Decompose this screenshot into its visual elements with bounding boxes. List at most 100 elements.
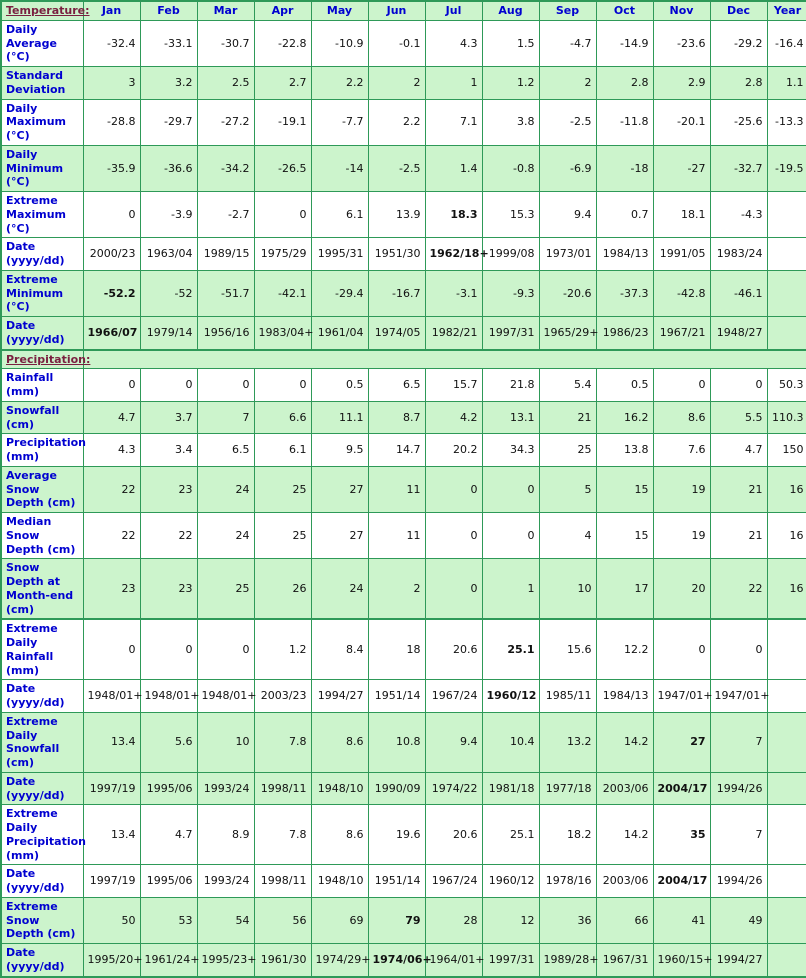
column-header-jun: Jun (367, 0, 426, 21)
cell-may: -7.7 (310, 98, 369, 146)
table-row: Extreme Minimum (°C) -52.2 -52 -51.7 -42.1 -2… (0, 269, 806, 318)
cell-jun: 18 (367, 618, 426, 681)
cell-apr: -26.5 (253, 144, 312, 193)
cell-jul: 0 (424, 511, 483, 560)
cell-aug: -0.8 (481, 144, 540, 193)
cell-may: 1948/10 (310, 771, 369, 806)
cell-year (766, 711, 806, 773)
cell-feb: 3.4 (139, 433, 198, 467)
cell-aug: 25.1 (481, 804, 540, 866)
cell-jan: 0 (82, 190, 141, 239)
column-header-sep: Sep (538, 0, 597, 21)
cell-nov: 19 (652, 511, 711, 560)
cell-year: 50.3 (766, 368, 806, 402)
table-row: Date (yyyy/dd) 1948/01+ 1948/01+ 1948/01+ 20… (0, 679, 806, 713)
section-header-row-temperature: Temperature: Jan Feb Mar Apr May Jun Jul Aug Sep O… (0, 0, 806, 21)
row-label: Average Snow Depth (cm) (0, 465, 84, 514)
cell-nov: 1967/21 (652, 316, 711, 351)
cell-jun: 2.2 (367, 98, 426, 146)
table-row: Date (yyyy/dd) 2000/23 1963/04 1989/15 1975/… (0, 237, 806, 271)
cell-sep: 1977/18 (538, 771, 597, 806)
cell-mar: 0 (196, 618, 255, 681)
cell-mar: 6.5 (196, 433, 255, 467)
cell-mar: 25 (196, 558, 255, 621)
cell-may: 69 (310, 896, 369, 945)
cell-apr: 2003/23 (253, 679, 312, 713)
cell-may: 8.4 (310, 618, 369, 681)
cell-oct: 0.5 (595, 368, 654, 402)
table-row: Snow Depth at Month-end (cm) 23 23 25 26 24 2 0… (0, 558, 806, 621)
cell-feb: 5.6 (139, 711, 198, 773)
row-label: Date (yyyy/dd) (0, 864, 84, 898)
column-header-oct: Oct (595, 0, 654, 21)
cell-aug: 13.1 (481, 400, 540, 435)
cell-apr: -42.1 (253, 269, 312, 318)
cell-year: 1.1 (766, 66, 806, 100)
cell-sep: -4.7 (538, 19, 597, 68)
cell-aug: 0 (481, 465, 540, 514)
row-label: Extreme Minimum (°C) (0, 269, 84, 318)
cell-sep: 9.4 (538, 190, 597, 239)
row-label: Extreme Snow Depth (cm) (0, 896, 84, 945)
cell-jun: -2.5 (367, 144, 426, 193)
cell-jul: 18.3 (424, 190, 483, 239)
column-header-feb: Feb (139, 0, 198, 21)
cell-dec: -4.3 (709, 190, 768, 239)
cell-feb: -33.1 (139, 19, 198, 68)
cell-nov: -42.8 (652, 269, 711, 318)
cell-may: 27 (310, 511, 369, 560)
cell-may: 1961/04 (310, 316, 369, 351)
cell-feb: 1979/14 (139, 316, 198, 351)
cell-sep: 13.2 (538, 711, 597, 773)
cell-oct: -18 (595, 144, 654, 193)
cell-jun: 1990/09 (367, 771, 426, 806)
cell-dec: -46.1 (709, 269, 768, 318)
row-label: Snowfall (cm) (0, 400, 84, 435)
cell-jun: 6.5 (367, 368, 426, 402)
cell-jan: -35.9 (82, 144, 141, 193)
cell-mar: -2.7 (196, 190, 255, 239)
cell-aug: -9.3 (481, 269, 540, 318)
cell-year (766, 943, 806, 977)
cell-jun: -0.1 (367, 19, 426, 68)
cell-jul: 1967/24 (424, 679, 483, 713)
cell-jan: 22 (82, 511, 141, 560)
cell-jan: 0 (82, 368, 141, 402)
table-row: Extreme Daily Precipitation (mm) 13.4 4.7 8… (0, 804, 806, 866)
cell-oct: 1984/13 (595, 237, 654, 271)
table-row: Daily Maximum (°C) -28.8 -29.7 -27.2 -19.1 -7… (0, 98, 806, 146)
cell-apr: 6.6 (253, 400, 312, 435)
cell-nov: -23.6 (652, 19, 711, 68)
section-spacer (82, 348, 806, 370)
cell-mar: 8.9 (196, 804, 255, 866)
cell-mar: 1995/23+ (196, 943, 256, 977)
cell-jan: 2000/23 (82, 237, 141, 271)
cell-jan: 13.4 (82, 711, 141, 773)
cell-oct: 2003/06 (595, 771, 654, 806)
cell-apr: 1998/11 (253, 864, 312, 898)
cell-apr: 25 (253, 465, 312, 514)
cell-year: -19.5 (766, 144, 806, 193)
cell-apr: -22.8 (253, 19, 312, 68)
row-label: Rainfall (mm) (0, 368, 84, 402)
cell-feb: 1948/01+ (139, 679, 199, 713)
cell-jul: 20.2 (424, 433, 483, 467)
cell-jun: 1951/14 (367, 864, 426, 898)
cell-jul: 4.2 (424, 400, 483, 435)
cell-feb: 1995/06 (139, 864, 198, 898)
cell-apr: 2.7 (253, 66, 312, 100)
cell-year: -16.4 (766, 19, 806, 68)
cell-sep: -20.6 (538, 269, 597, 318)
row-label: Extreme Daily Snowfall (cm) (0, 711, 84, 773)
cell-jun: 1974/06+ (367, 943, 432, 977)
cell-apr: 1975/29 (253, 237, 312, 271)
table-row: Extreme Daily Rainfall (mm) 0 0 0 1.2 8.4 18 20… (0, 618, 806, 681)
cell-feb: 3.7 (139, 400, 198, 435)
column-header-dec: Dec (709, 0, 768, 21)
cell-oct: 16.2 (595, 400, 654, 435)
cell-mar: 7 (196, 400, 255, 435)
cell-jul: 1.4 (424, 144, 483, 193)
cell-jan: 3 (82, 66, 141, 100)
cell-feb: 0 (139, 368, 198, 402)
cell-apr: 1.2 (253, 618, 312, 681)
